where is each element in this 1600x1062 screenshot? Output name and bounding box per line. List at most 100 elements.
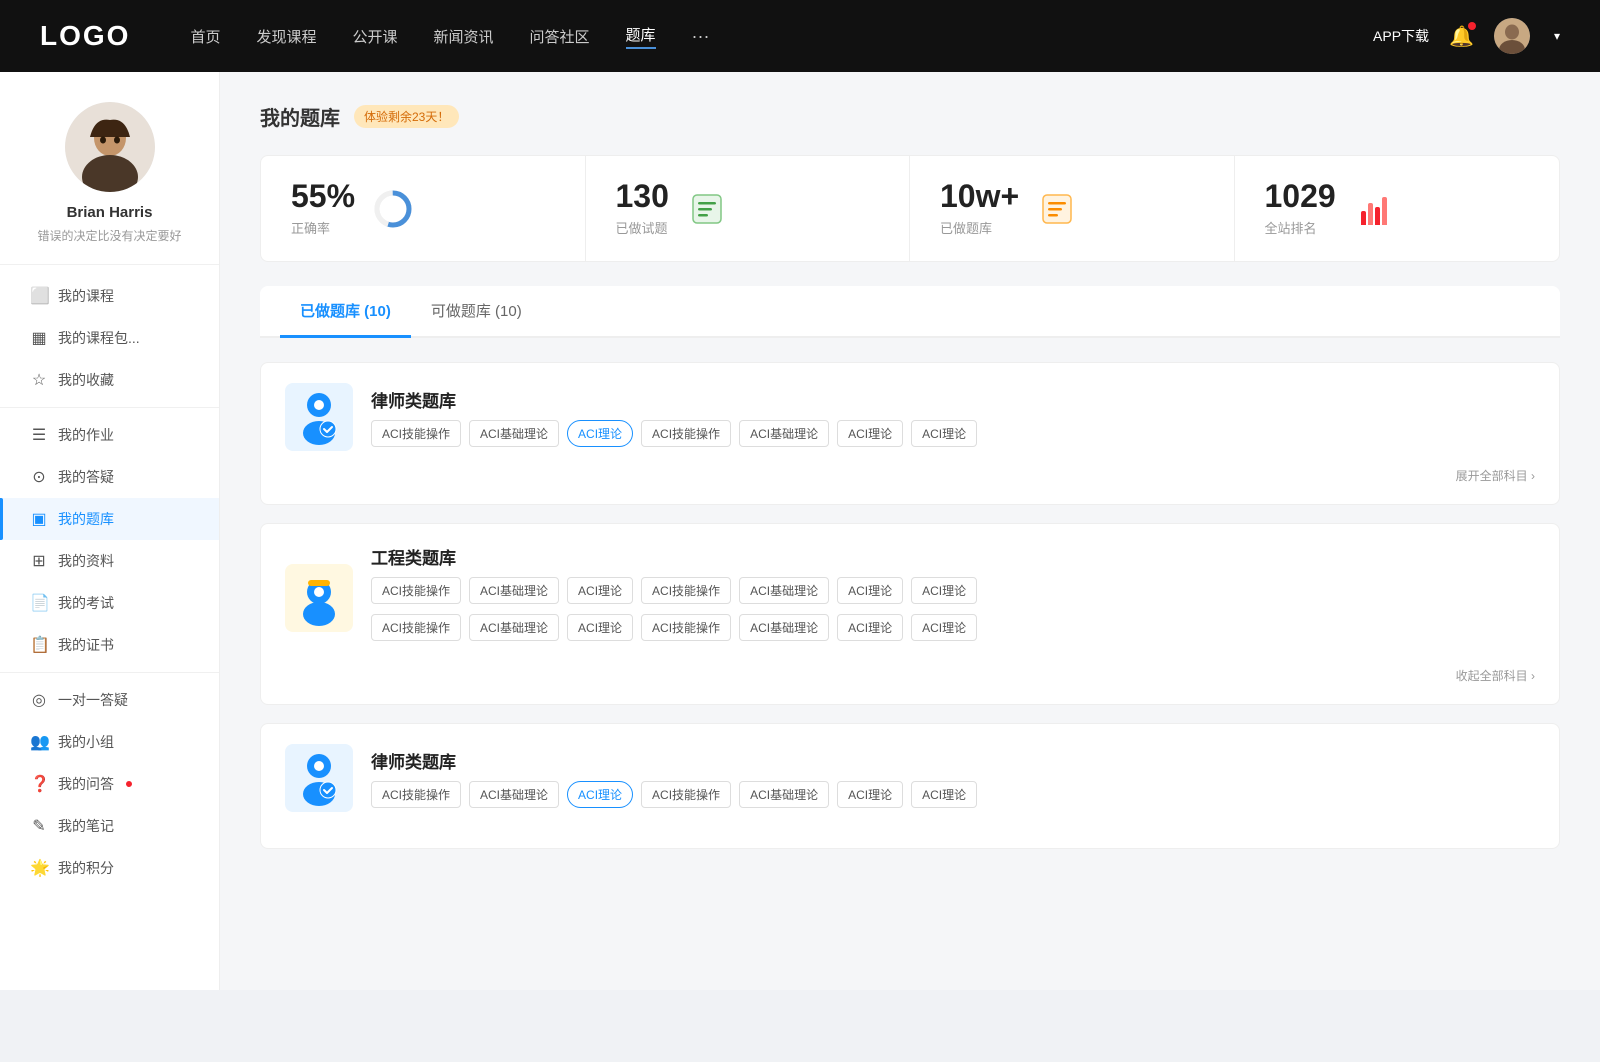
tab-available[interactable]: 可做题库 (10) xyxy=(411,286,542,338)
sidebar-item-qa[interactable]: ⊙ 我的答疑 xyxy=(0,456,219,498)
qbank-engineer-title-area: 工程类题库 ACI技能操作 ACI基础理论 ACI理论 ACI技能操作 ACI基… xyxy=(371,544,977,651)
sidebar-item-course[interactable]: ⬜ 我的课程 xyxy=(0,275,219,317)
course-pack-icon: ▦ xyxy=(30,328,48,348)
stat-accuracy-text: 55% 正确率 xyxy=(291,180,355,237)
nav-news[interactable]: 新闻资讯 xyxy=(434,26,494,47)
one-on-one-icon: ◎ xyxy=(30,690,48,710)
tag-eng-2-3[interactable]: ACI理论 xyxy=(567,614,633,641)
expand-link-1[interactable]: 展开全部科目 › xyxy=(285,467,1535,484)
engineer-icon xyxy=(285,564,353,632)
stat-banks-text: 10w+ 已做题库 xyxy=(940,180,1019,237)
qbank-lawyer-1-title: 律师类题库 xyxy=(371,387,977,412)
tag-eng-1-3[interactable]: ACI理论 xyxy=(567,577,633,604)
tag-lawyer2-5[interactable]: ACI基础理论 xyxy=(739,781,829,808)
sidebar-item-exam[interactable]: 📄 我的考试 xyxy=(0,582,219,624)
page-header: 我的题库 体验剩余23天！ xyxy=(260,102,1560,131)
nav-home[interactable]: 首页 xyxy=(190,26,220,47)
navbar-right: APP下载 🔔 ▾ xyxy=(1373,18,1560,54)
tag-lawyer2-4[interactable]: ACI技能操作 xyxy=(641,781,731,808)
stat-banks-value: 10w+ xyxy=(940,180,1019,212)
tag-lawyer1-5[interactable]: ACI基础理论 xyxy=(739,420,829,447)
avatar[interactable] xyxy=(1494,18,1530,54)
sidebar-item-materials[interactable]: ⊞ 我的资料 xyxy=(0,540,219,582)
tag-eng-1-2[interactable]: ACI基础理论 xyxy=(469,577,559,604)
sidebar-motto: 错误的决定比没有决定要好 xyxy=(17,227,201,244)
qbank-engineer-tags-row2: ACI技能操作 ACI基础理论 ACI理论 ACI技能操作 ACI基础理论 AC… xyxy=(371,614,977,641)
sidebar-item-group[interactable]: 👥 我的小组 xyxy=(0,721,219,763)
exam-icon: 📄 xyxy=(30,593,48,613)
tag-lawyer1-4[interactable]: ACI技能操作 xyxy=(641,420,731,447)
tag-lawyer2-6[interactable]: ACI理论 xyxy=(837,781,903,808)
tag-eng-2-1[interactable]: ACI技能操作 xyxy=(371,614,461,641)
sidebar-item-course-pack[interactable]: ▦ 我的课程包... xyxy=(0,317,219,359)
tag-lawyer1-2[interactable]: ACI基础理论 xyxy=(469,420,559,447)
tag-lawyer2-2[interactable]: ACI基础理论 xyxy=(469,781,559,808)
stat-accuracy: 55% 正确率 xyxy=(261,156,586,261)
sidebar-item-points[interactable]: 🌟 我的积分 xyxy=(0,847,219,889)
tag-eng-1-4[interactable]: ACI技能操作 xyxy=(641,577,731,604)
stat-questions: 130 已做试题 xyxy=(586,156,911,261)
tag-eng-1-7[interactable]: ACI理论 xyxy=(911,577,977,604)
stat-banks: 10w+ 已做题库 xyxy=(910,156,1235,261)
tag-lawyer1-7[interactable]: ACI理论 xyxy=(911,420,977,447)
sidebar-menu: ⬜ 我的课程 ▦ 我的课程包... ☆ 我的收藏 ☰ 我的作业 ⊙ 我的答疑 ▣ xyxy=(0,275,219,889)
lawyer-icon-2 xyxy=(285,744,353,812)
tag-lawyer1-6[interactable]: ACI理论 xyxy=(837,420,903,447)
main-layout: Brian Harris 错误的决定比没有决定要好 ⬜ 我的课程 ▦ 我的课程包… xyxy=(0,72,1600,990)
notification-bell[interactable]: 🔔 xyxy=(1449,24,1474,49)
qbank-lawyer-1-header: 律师类题库 ACI技能操作 ACI基础理论 ACI理论 ACI技能操作 ACI基… xyxy=(285,383,1535,451)
stat-rank: 1029 全站排名 xyxy=(1235,156,1560,261)
accuracy-donut-icon xyxy=(371,187,415,231)
homework-icon: ☰ xyxy=(30,425,48,445)
collapse-link-engineer[interactable]: 收起全部科目 › xyxy=(285,667,1535,684)
nav-open[interactable]: 公开课 xyxy=(352,26,397,47)
stats-row: 55% 正确率 130 已做试题 xyxy=(260,155,1560,262)
sidebar-item-qbank[interactable]: ▣ 我的题库 xyxy=(0,498,219,540)
sidebar-item-favorites[interactable]: ☆ 我的收藏 xyxy=(0,359,219,401)
materials-icon: ⊞ xyxy=(30,551,48,571)
sidebar-user-name: Brian Harris xyxy=(67,204,153,221)
tag-eng-2-6[interactable]: ACI理论 xyxy=(837,614,903,641)
stat-rank-label: 全站排名 xyxy=(1265,218,1336,237)
tag-eng-1-6[interactable]: ACI理论 xyxy=(837,577,903,604)
bar-chart xyxy=(1361,193,1387,225)
qbank-lawyer-2-title-area: 律师类题库 ACI技能操作 ACI基础理论 ACI理论 ACI技能操作 ACI基… xyxy=(371,748,977,808)
sidebar-item-1on1[interactable]: ◎ 一对一答疑 xyxy=(0,679,219,721)
tag-lawyer2-3[interactable]: ACI理论 xyxy=(567,781,633,808)
tag-eng-2-5[interactable]: ACI基础理论 xyxy=(739,614,829,641)
avatar-dropdown-icon[interactable]: ▾ xyxy=(1554,29,1560,43)
tag-eng-1-1[interactable]: ACI技能操作 xyxy=(371,577,461,604)
group-icon: 👥 xyxy=(30,732,48,752)
tag-lawyer1-1[interactable]: ACI技能操作 xyxy=(371,420,461,447)
notes-icon: ✎ xyxy=(30,816,48,836)
lawyer-icon-1 xyxy=(285,383,353,451)
sidebar-item-my-qa[interactable]: ❓ 我的问答 xyxy=(0,763,219,805)
tag-eng-2-4[interactable]: ACI技能操作 xyxy=(641,614,731,641)
nav-more[interactable]: ··· xyxy=(692,26,710,47)
rank-bar-icon xyxy=(1352,187,1396,231)
tag-eng-2-2[interactable]: ACI基础理论 xyxy=(469,614,559,641)
tag-eng-2-7[interactable]: ACI理论 xyxy=(911,614,977,641)
stat-questions-value: 130 xyxy=(616,180,669,212)
points-icon: 🌟 xyxy=(30,858,48,878)
navbar-logo[interactable]: LOGO xyxy=(40,20,130,52)
app-download-btn[interactable]: APP下载 xyxy=(1373,26,1429,46)
qbank-lawyer-2-title: 律师类题库 xyxy=(371,748,977,773)
stat-rank-text: 1029 全站排名 xyxy=(1265,180,1336,237)
tab-done[interactable]: 已做题库 (10) xyxy=(280,286,411,338)
nav-discover[interactable]: 发现课程 xyxy=(256,26,316,47)
tag-lawyer1-3[interactable]: ACI理论 xyxy=(567,420,633,447)
banks-list-icon xyxy=(1035,187,1079,231)
page-title: 我的题库 xyxy=(260,102,340,131)
qbank-lawyer-1-title-area: 律师类题库 ACI技能操作 ACI基础理论 ACI理论 ACI技能操作 ACI基… xyxy=(371,387,977,447)
sidebar-item-homework[interactable]: ☰ 我的作业 xyxy=(0,414,219,456)
sidebar-item-certificate[interactable]: 📋 我的证书 xyxy=(0,624,219,666)
nav-qa[interactable]: 问答社区 xyxy=(530,26,590,47)
tag-lawyer2-1[interactable]: ACI技能操作 xyxy=(371,781,461,808)
content-area: 我的题库 体验剩余23天！ 55% 正确率 xyxy=(220,72,1600,990)
tag-lawyer2-7[interactable]: ACI理论 xyxy=(911,781,977,808)
tag-eng-1-5[interactable]: ACI基础理论 xyxy=(739,577,829,604)
sidebar-item-notes[interactable]: ✎ 我的笔记 xyxy=(0,805,219,847)
qbank-lawyer-2-tags: ACI技能操作 ACI基础理论 ACI理论 ACI技能操作 ACI基础理论 AC… xyxy=(371,781,977,808)
nav-qbank[interactable]: 题库 xyxy=(626,24,656,49)
